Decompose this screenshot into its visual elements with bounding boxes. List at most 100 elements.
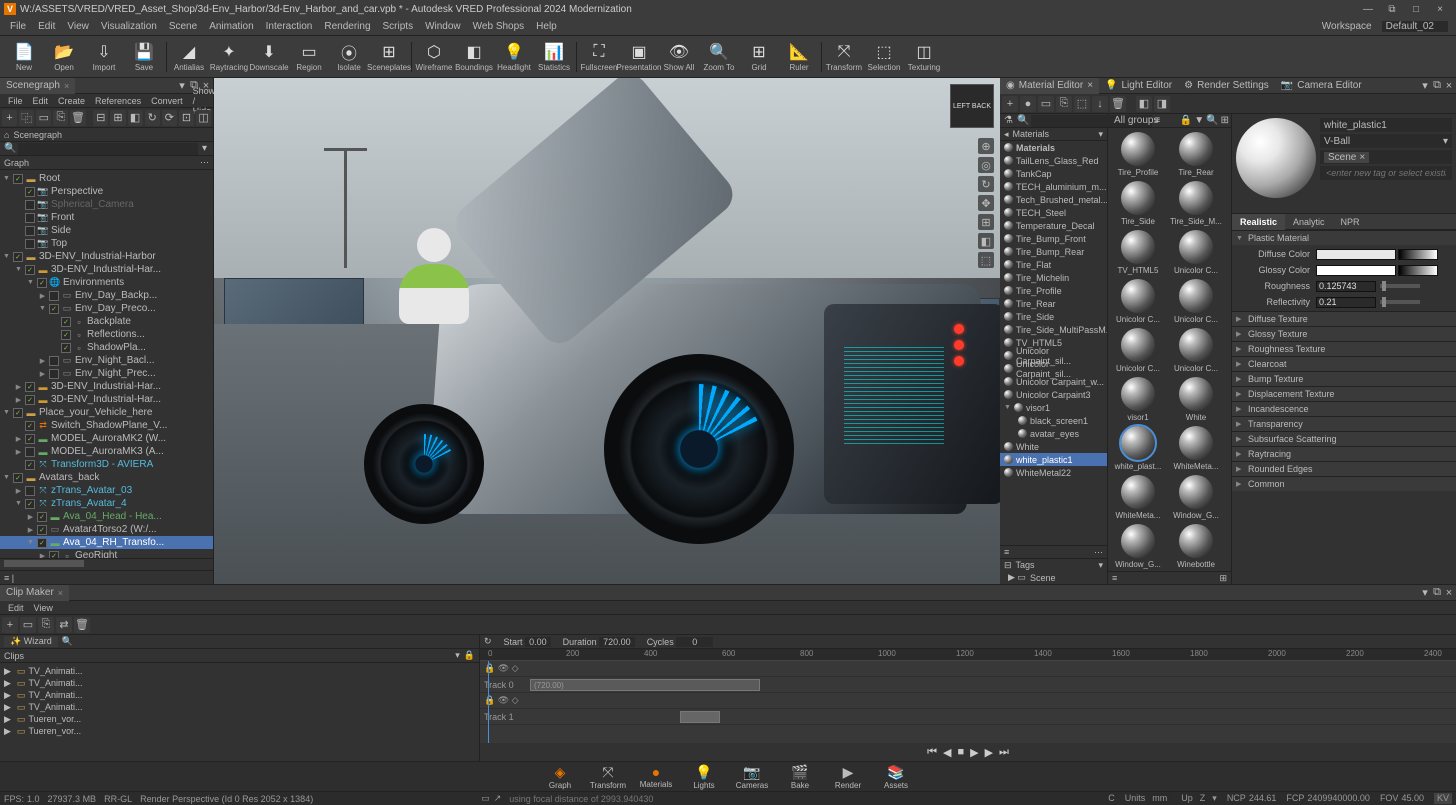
visibility-checkbox[interactable] — [49, 356, 59, 366]
new-button[interactable]: 📄New — [4, 38, 44, 76]
vp-tool-5-icon[interactable]: ⊞ — [978, 214, 994, 230]
breadcrumb[interactable]: Scenegraph — [13, 130, 62, 140]
mat-assign-icon[interactable]: ● — [1020, 96, 1036, 112]
tree-item[interactable]: ▶⤧zTrans_Avatar_03 — [0, 484, 213, 497]
materials-header[interactable]: Materials — [1013, 129, 1050, 139]
grid-button[interactable]: ⊞Grid — [739, 38, 779, 76]
section-diffuse-texture[interactable]: ▶Diffuse Texture — [1232, 312, 1456, 326]
material-thumb[interactable]: Winebottle — [1168, 522, 1224, 569]
tree-item[interactable]: 📷Perspective — [0, 185, 213, 198]
mat-apply-icon[interactable]: ↓ — [1092, 96, 1108, 112]
material-thumb[interactable]: White — [1168, 375, 1224, 422]
visibility-checkbox[interactable] — [25, 239, 35, 249]
material-thumb[interactable]: Unicolor C... — [1168, 326, 1224, 373]
selected-material-name[interactable]: white_plastic1 — [1320, 118, 1452, 132]
visibility-checkbox[interactable] — [25, 200, 35, 210]
sceneplates-button[interactable]: ⊞Sceneplates — [369, 38, 409, 76]
tags-label[interactable]: Tags — [1016, 560, 1035, 570]
vp-tool-6-icon[interactable]: ◧ — [978, 233, 994, 249]
shelf-graph[interactable]: ◈Graph — [538, 764, 582, 790]
visibility-checkbox[interactable] — [25, 265, 35, 275]
close-icon[interactable]: × — [1087, 80, 1093, 91]
tab-render-settings[interactable]: ⚙Render Settings — [1178, 78, 1275, 94]
visibility-checkbox[interactable] — [25, 382, 35, 392]
visibility-checkbox[interactable] — [25, 447, 35, 457]
mat-dup-icon[interactable]: ⎘ — [1056, 96, 1072, 112]
material-thumb[interactable]: Unicolor C... — [1110, 326, 1166, 373]
tab-camera-editor[interactable]: 📷Camera Editor — [1275, 78, 1368, 94]
grid-view-icon[interactable]: ⊞ — [1221, 115, 1229, 126]
track-clip-1[interactable] — [680, 711, 720, 723]
rpanel-close-icon[interactable]: × — [1444, 81, 1454, 91]
downscale-button[interactable]: ⬇Downscale — [249, 38, 289, 76]
region-button[interactable]: ▭Region — [289, 38, 329, 76]
tree-item[interactable]: ▶▬3D-ENV_Industrial-Har... — [0, 393, 213, 406]
boundings-button[interactable]: ◧Boundings — [454, 38, 494, 76]
headlight-button[interactable]: 💡Headlight — [494, 38, 534, 76]
sg-opt1-icon[interactable]: ⊟ — [93, 110, 108, 126]
section-clearcoat[interactable]: ▶Clearcoat — [1232, 357, 1456, 371]
prop-tab-npr[interactable]: NPR — [1333, 214, 1368, 230]
tree-item[interactable]: 📷Spherical_Camera — [0, 198, 213, 211]
shelf-transform[interactable]: ⤧Transform — [586, 764, 630, 790]
tree-item[interactable]: ⇄Switch_ShadowPlane_V... — [0, 419, 213, 432]
section-bump-texture[interactable]: ▶Bump Texture — [1232, 372, 1456, 386]
visibility-checkbox[interactable] — [49, 551, 59, 559]
visibility-checkbox[interactable] — [49, 369, 59, 379]
tree-item[interactable]: ▶▬MODEL_AuroraMK3 (A... — [0, 445, 213, 458]
shelf-render[interactable]: ▶Render — [826, 764, 870, 790]
tree-item[interactable]: ▼▬Avatars_back — [0, 471, 213, 484]
tree-item[interactable]: ▼▬Root — [0, 172, 213, 185]
shelf-materials[interactable]: ●Materials — [634, 764, 678, 789]
clip-link-icon[interactable]: ⇄ — [56, 617, 72, 633]
visibility-checkbox[interactable] — [25, 460, 35, 470]
sg-menu-file[interactable]: File — [4, 96, 27, 106]
clip-dup-icon[interactable]: ⎘ — [38, 617, 54, 633]
wireframe-button[interactable]: ⬡Wireframe — [414, 38, 454, 76]
skip-end-icon[interactable]: ⏭ — [999, 746, 1009, 759]
sg-menu-convert[interactable]: Convert — [147, 96, 187, 106]
texturing-button[interactable]: ◫Texturing — [904, 38, 944, 76]
material-thumb[interactable]: Tire_Profile — [1110, 130, 1166, 177]
material-list-item[interactable]: Tire_Bump_Rear — [1000, 245, 1107, 258]
material-thumb[interactable]: visor1 — [1110, 375, 1166, 422]
rpanel-undock-icon[interactable]: ⧉ — [1432, 81, 1442, 91]
workspace-value[interactable]: Default_02 — [1382, 21, 1448, 32]
material-list-item[interactable]: Tire_Profile — [1000, 284, 1107, 297]
mat-select-icon[interactable]: ⬚ — [1074, 96, 1090, 112]
clip-close-icon[interactable]: × — [1444, 588, 1454, 598]
restore-button[interactable]: ⧉ — [1380, 2, 1404, 16]
section-roughness-texture[interactable]: ▶Roughness Texture — [1232, 342, 1456, 356]
mat-add-icon[interactable]: + — [1002, 96, 1018, 112]
panel-menu-icon[interactable]: ▾ — [177, 81, 187, 91]
menu-edit[interactable]: Edit — [32, 21, 61, 32]
visibility-checkbox[interactable] — [61, 343, 71, 353]
mat-opt1-icon[interactable]: ◧ — [1136, 96, 1152, 112]
material-list-item[interactable]: white_plastic1 — [1000, 453, 1107, 466]
menu-help[interactable]: Help — [530, 21, 563, 32]
material-list-item[interactable]: Temperature_Decal — [1000, 219, 1107, 232]
menu-interaction[interactable]: Interaction — [260, 21, 319, 32]
playhead[interactable] — [488, 661, 489, 743]
glossy-color-swatch[interactable] — [1316, 265, 1396, 276]
sg-opt3-icon[interactable]: ◧ — [128, 110, 143, 126]
prev-frame-icon[interactable]: ◀ — [943, 746, 951, 759]
home-icon[interactable]: ⌂ — [4, 130, 9, 140]
sg-opt7-icon[interactable]: ◫ — [196, 110, 211, 126]
material-list-item[interactable]: White — [1000, 440, 1107, 453]
diffuse-color-swatch[interactable] — [1316, 249, 1396, 260]
section-raytracing[interactable]: ▶Raytracing — [1232, 447, 1456, 461]
import-button[interactable]: ⇩Import — [84, 38, 124, 76]
shelf-cameras[interactable]: 📷Cameras — [730, 764, 774, 790]
reflectivity-slider[interactable] — [1380, 300, 1420, 304]
clip-add-icon[interactable]: + — [2, 617, 18, 633]
visibility-checkbox[interactable] — [13, 408, 23, 418]
selection-button[interactable]: ⬚Selection — [864, 38, 904, 76]
timeline-refresh-icon[interactable]: ↻ — [484, 636, 492, 647]
tree-item[interactable]: ▶▭Avatar4Torso2 (W:/... — [0, 523, 213, 536]
material-thumb[interactable]: TV_HTML5 — [1110, 228, 1166, 275]
visibility-checkbox[interactable] — [13, 174, 23, 184]
section-displacement-texture[interactable]: ▶Displacement Texture — [1232, 387, 1456, 401]
prop-tab-realistic[interactable]: Realistic — [1232, 214, 1285, 230]
tree-item[interactable]: ▼▭Env_Day_Preco... — [0, 302, 213, 315]
